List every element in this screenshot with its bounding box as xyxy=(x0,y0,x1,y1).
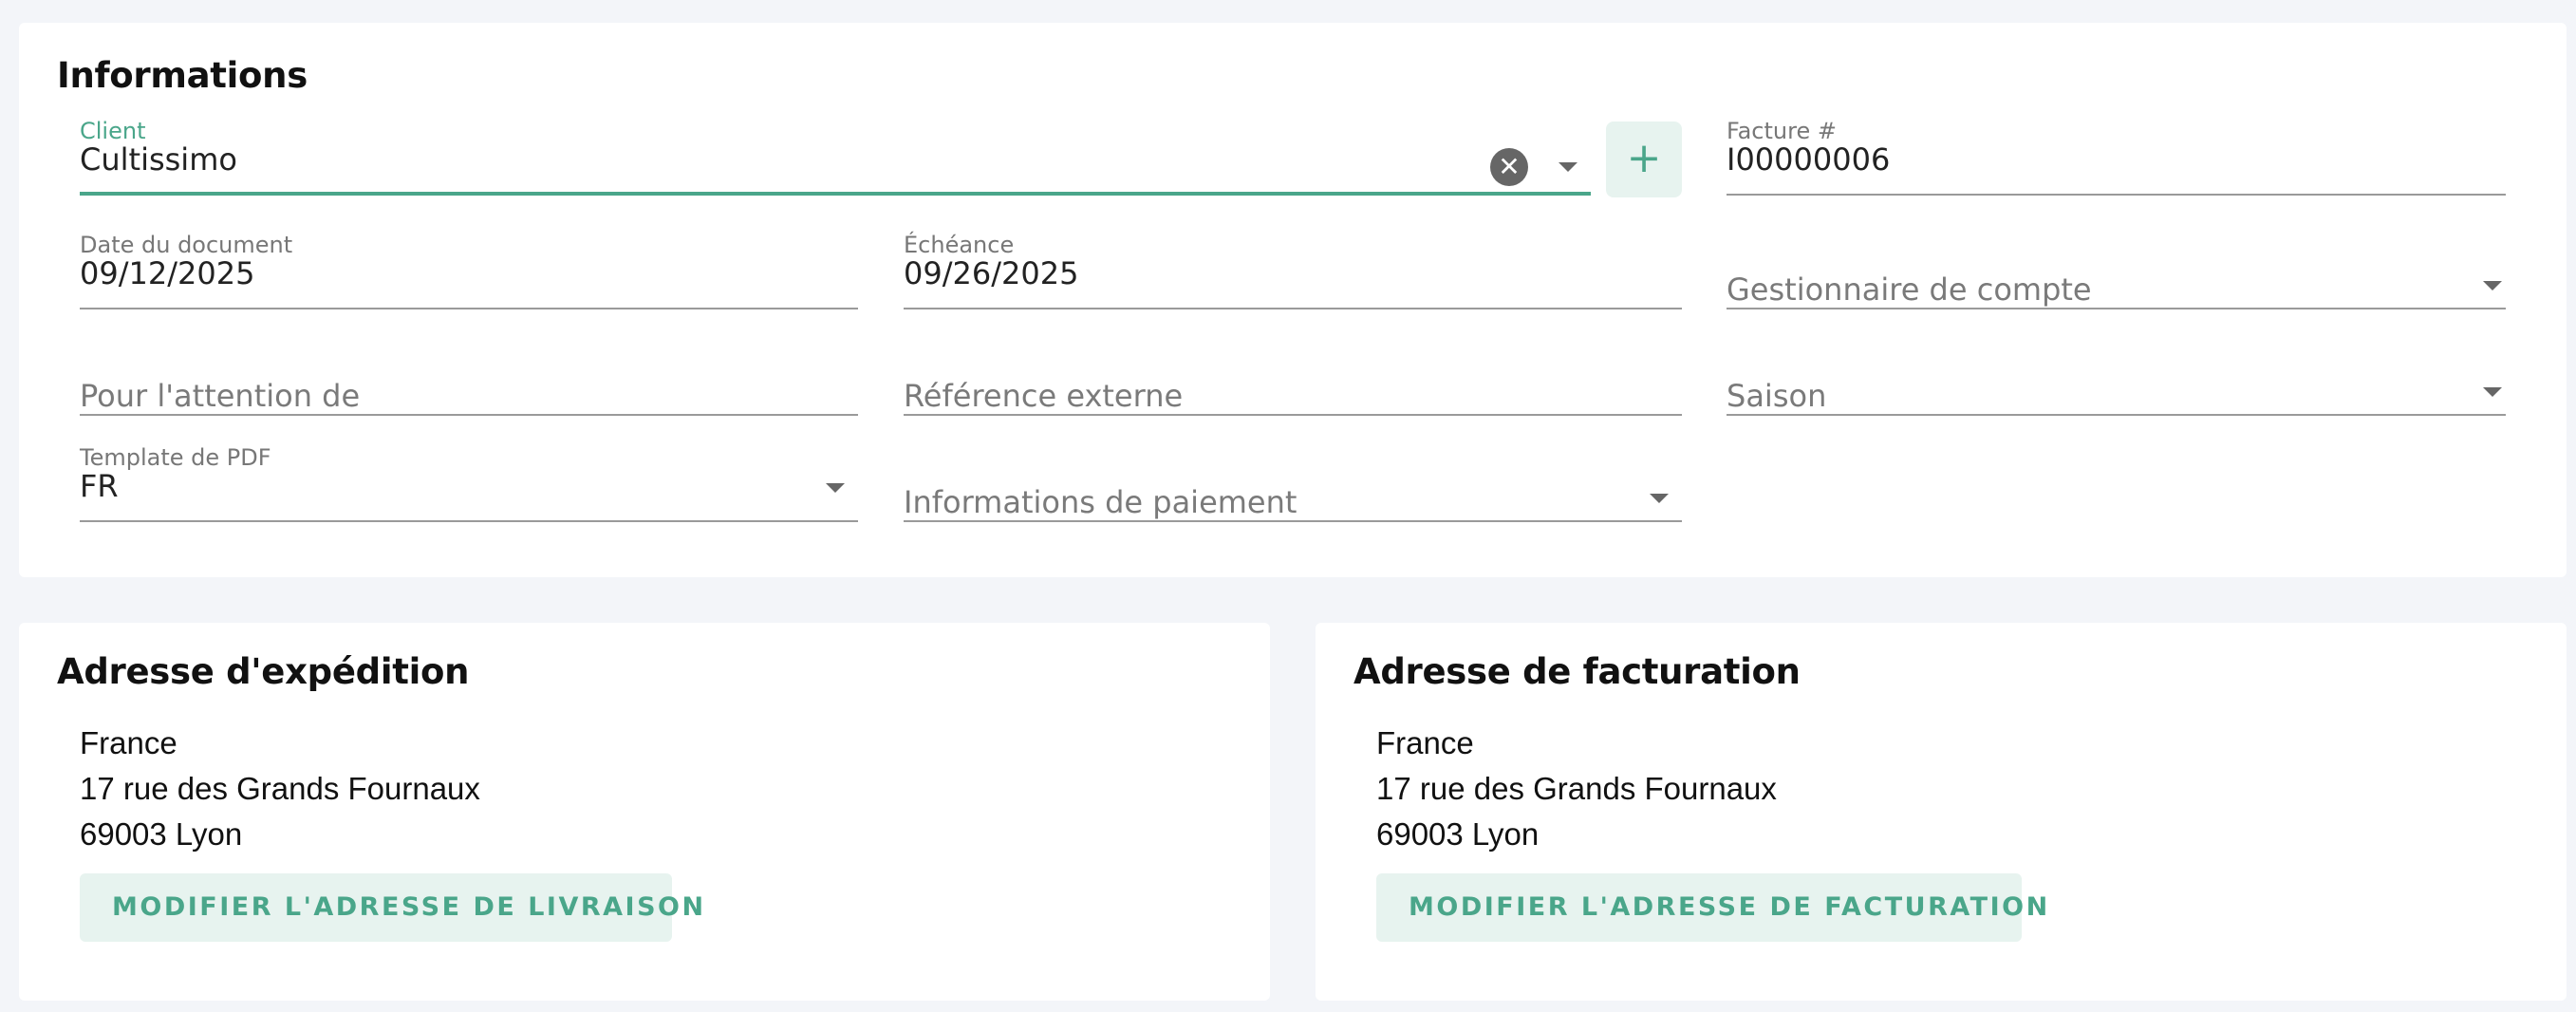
document-date-field[interactable]: Date du document 09/12/2025 xyxy=(80,232,858,309)
billing-address-title: Adresse de facturation xyxy=(1353,651,1801,692)
account-manager-placeholder: Gestionnaire de compte xyxy=(1727,272,2092,308)
shipping-address-title: Adresse d'expédition xyxy=(57,651,470,692)
pdf-template-underline xyxy=(80,520,858,522)
shipping-address-card: Adresse d'expédition France 17 rue des G… xyxy=(19,623,1270,1001)
external-reference-field[interactable]: Référence externe xyxy=(904,338,1682,416)
season-select[interactable]: Saison xyxy=(1727,338,2506,416)
client-select[interactable]: Client Cultissimo ✕ xyxy=(80,118,1591,196)
shipping-country: France xyxy=(80,725,177,760)
billing-country: France xyxy=(1376,725,1474,760)
payment-info-placeholder: Informations de paiement xyxy=(904,484,1297,520)
pdf-template-select[interactable]: Template de PDF FR xyxy=(80,444,858,522)
chevron-down-icon[interactable] xyxy=(1650,494,1669,503)
season-underline xyxy=(1727,414,2506,416)
season-placeholder: Saison xyxy=(1727,378,1827,414)
attention-underline xyxy=(80,414,858,416)
chevron-down-icon[interactable] xyxy=(2483,387,2502,397)
due-date-field[interactable]: Échéance 09/26/2025 xyxy=(904,232,1682,309)
invoice-number-label: Facture # xyxy=(1727,118,1837,144)
invoice-number-underline xyxy=(1727,194,2506,196)
billing-street: 17 rue des Grands Fournaux xyxy=(1376,771,1777,806)
client-label: Client xyxy=(80,118,146,144)
chevron-down-icon[interactable] xyxy=(826,483,845,493)
attention-placeholder: Pour l'attention de xyxy=(80,378,361,414)
pdf-template-label: Template de PDF xyxy=(80,444,271,471)
add-client-button[interactable]: + xyxy=(1606,122,1682,197)
billing-address-card: Adresse de facturation France 17 rue des… xyxy=(1316,623,2567,1001)
external-reference-placeholder: Référence externe xyxy=(904,378,1184,414)
payment-info-underline xyxy=(904,520,1682,522)
client-underline xyxy=(80,192,1591,196)
document-date-value: 09/12/2025 xyxy=(80,255,255,291)
payment-info-select[interactable]: Informations de paiement xyxy=(904,444,1682,522)
informations-title: Informations xyxy=(57,55,308,96)
chevron-down-icon[interactable] xyxy=(2483,281,2502,290)
document-date-label: Date du document xyxy=(80,232,293,258)
edit-shipping-address-button[interactable]: MODIFIER L'ADRESSE DE LIVRAISON xyxy=(80,873,703,942)
attention-field[interactable]: Pour l'attention de xyxy=(80,338,858,416)
account-manager-select[interactable]: Gestionnaire de compte xyxy=(1727,232,2506,309)
chevron-down-icon[interactable] xyxy=(1559,162,1577,172)
pdf-template-value: FR xyxy=(80,468,119,504)
client-value: Cultissimo xyxy=(80,141,237,178)
shipping-city: 69003 Lyon xyxy=(80,816,243,852)
edit-billing-address-button[interactable]: MODIFIER L'ADRESSE DE FACTURATION xyxy=(1376,873,2047,942)
due-date-value: 09/26/2025 xyxy=(904,255,1079,291)
informations-card: Informations Client Cultissimo ✕ + Factu… xyxy=(19,23,2567,577)
external-reference-underline xyxy=(904,414,1682,416)
due-date-label: Échéance xyxy=(904,232,1015,258)
clear-icon[interactable]: ✕ xyxy=(1490,148,1528,186)
billing-city: 69003 Lyon xyxy=(1376,816,1540,852)
shipping-street: 17 rue des Grands Fournaux xyxy=(80,771,480,806)
due-date-underline xyxy=(904,308,1682,309)
document-date-underline xyxy=(80,308,858,309)
account-manager-underline xyxy=(1727,308,2506,309)
invoice-number-value: I00000006 xyxy=(1727,141,1891,178)
invoice-number-field[interactable]: Facture # I00000006 xyxy=(1727,118,2506,196)
